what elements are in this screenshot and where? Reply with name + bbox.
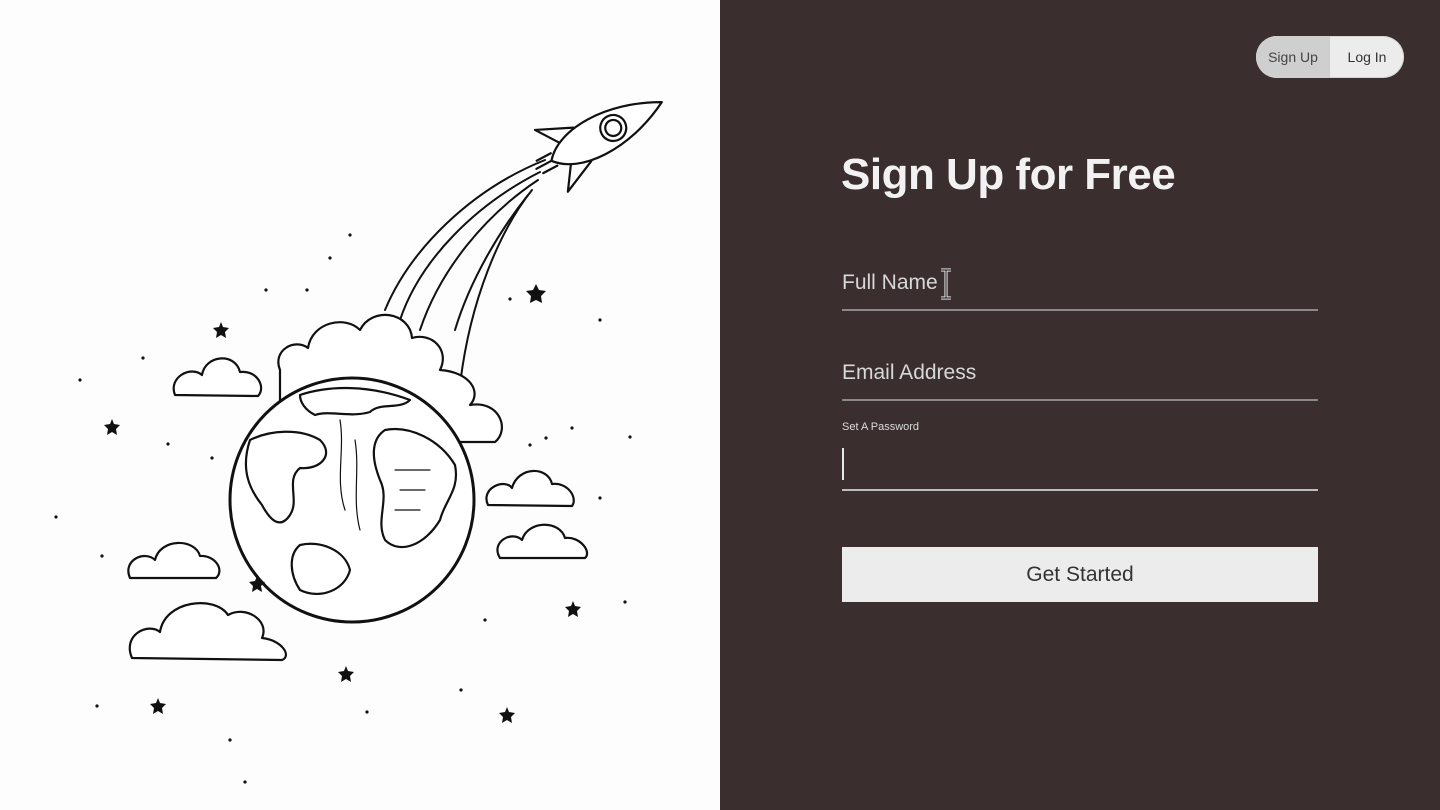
signup-panel bbox=[720, 0, 1440, 810]
signup-page: Sign Up Log In Sign Up for Free Full Nam… bbox=[0, 0, 1440, 810]
full-name-field[interactable]: Full Name bbox=[842, 268, 1318, 312]
illustration-panel bbox=[0, 0, 720, 810]
password-label: Set A Password bbox=[842, 421, 920, 433]
email-field[interactable]: Email Address bbox=[842, 358, 1318, 402]
full-name-placeholder: Full Name bbox=[842, 271, 938, 294]
text-cursor-icon bbox=[941, 268, 951, 300]
password-underline bbox=[842, 489, 1318, 491]
signup-tab[interactable]: Sign Up bbox=[1256, 36, 1330, 78]
rocket-icon bbox=[533, 101, 663, 193]
page-title: Sign Up for Free bbox=[841, 150, 1176, 199]
email-underline bbox=[842, 399, 1318, 401]
get-started-button[interactable]: Get Started bbox=[842, 547, 1318, 602]
rocket-earth-illustration bbox=[54, 101, 663, 784]
password-field[interactable]: Set A Password bbox=[842, 421, 1318, 493]
earth-icon bbox=[228, 376, 476, 624]
full-name-underline bbox=[842, 309, 1318, 311]
auth-toggle: Sign Up Log In bbox=[1256, 36, 1404, 78]
password-caret bbox=[842, 448, 844, 480]
login-tab[interactable]: Log In bbox=[1330, 36, 1404, 78]
email-placeholder: Email Address bbox=[842, 361, 977, 384]
